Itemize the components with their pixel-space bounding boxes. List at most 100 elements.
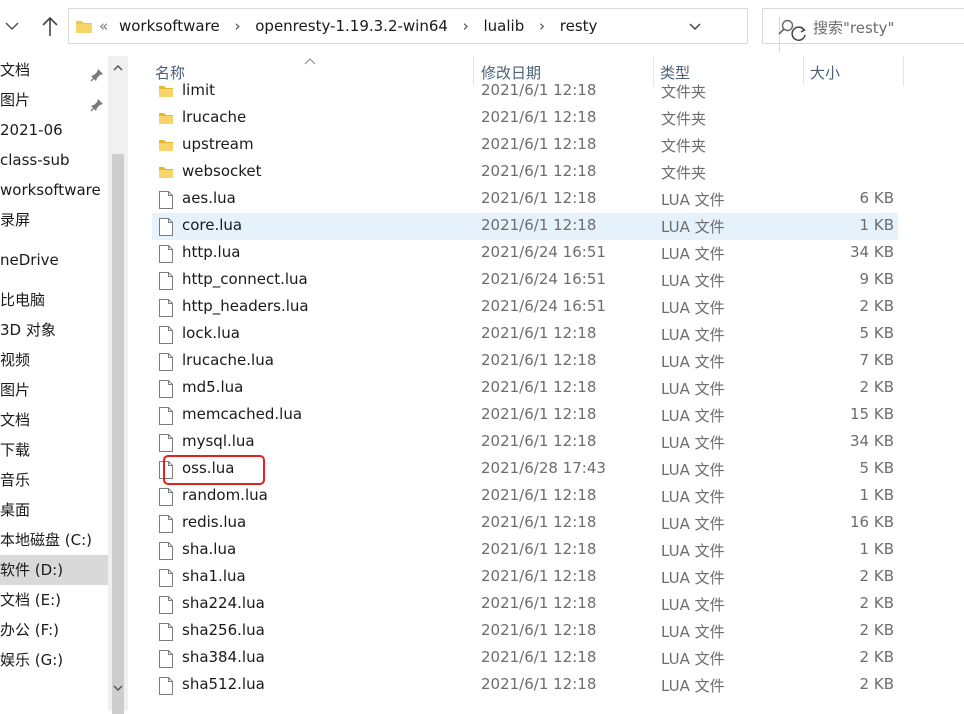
nav-item[interactable]: 办公 (F:) bbox=[0, 615, 108, 645]
nav-item[interactable]: 本地磁盘 (C:) bbox=[0, 525, 108, 555]
file-row[interactable]: sha224.lua 2021/6/1 12:18 LUA 文件 2 KB bbox=[152, 591, 898, 618]
address-dropdown-icon[interactable] bbox=[687, 18, 703, 38]
file-date: 2021/6/1 12:18 bbox=[481, 405, 597, 423]
nav-item[interactable]: worksoftware bbox=[0, 175, 108, 205]
file-row[interactable]: websocket 2021/6/1 12:18 文件夹 bbox=[152, 159, 898, 186]
file-icon bbox=[158, 271, 174, 295]
scroll-up-arrow-icon[interactable] bbox=[112, 60, 124, 78]
file-size: 34 KB bbox=[850, 243, 894, 261]
nav-item-label: 音乐 bbox=[0, 471, 31, 489]
file-date: 2021/6/1 12:18 bbox=[481, 108, 597, 126]
nav-item[interactable]: 文档 (E:) bbox=[0, 585, 108, 615]
nav-item[interactable]: 比电脑 bbox=[0, 285, 108, 315]
nav-item[interactable]: 桌面 bbox=[0, 495, 108, 525]
file-row[interactable]: lock.lua 2021/6/1 12:18 LUA 文件 5 KB bbox=[152, 321, 898, 348]
navigation-pane: 文档 图片 2021-06 class-sub worksoftware 录屏 neDriv… bbox=[0, 56, 108, 711]
file-row[interactable]: redis.lua 2021/6/1 12:18 LUA 文件 16 KB bbox=[152, 510, 898, 537]
up-arrow-icon[interactable] bbox=[38, 14, 66, 42]
file-row[interactable]: mysql.lua 2021/6/1 12:18 LUA 文件 34 KB bbox=[152, 429, 898, 456]
file-date: 2021/6/1 12:18 bbox=[481, 432, 597, 450]
file-date: 2021/6/24 16:51 bbox=[481, 270, 606, 288]
file-row[interactable]: sha256.lua 2021/6/1 12:18 LUA 文件 2 KB bbox=[152, 618, 898, 645]
nav-item[interactable]: 下载 bbox=[0, 435, 108, 465]
nav-item[interactable]: neDrive bbox=[0, 245, 108, 275]
nav-item[interactable]: 图片 bbox=[0, 375, 108, 405]
file-row[interactable]: core.lua 2021/6/1 12:18 LUA 文件 1 KB bbox=[152, 213, 898, 240]
file-icon bbox=[158, 568, 174, 592]
file-icon bbox=[158, 595, 174, 619]
nav-item[interactable]: 2021-06 bbox=[0, 115, 108, 145]
file-name: http_connect.lua bbox=[182, 270, 308, 288]
file-name: aes.lua bbox=[182, 189, 236, 207]
file-icon bbox=[158, 541, 174, 565]
file-row[interactable]: http.lua 2021/6/24 16:51 LUA 文件 34 KB bbox=[152, 240, 898, 267]
nav-item[interactable]: 3D 对象 bbox=[0, 315, 108, 345]
file-row[interactable]: sha1.lua 2021/6/1 12:18 LUA 文件 2 KB bbox=[152, 564, 898, 591]
breadcrumb-item-openresty[interactable]: openresty-1.19.3.2-win64 bbox=[255, 17, 448, 35]
file-row[interactable]: memcached.lua 2021/6/1 12:18 LUA 文件 15 KB bbox=[152, 402, 898, 429]
forward-chevron-icon[interactable] bbox=[2, 14, 28, 42]
nav-item-label: 文档 bbox=[0, 61, 31, 79]
file-row[interactable]: sha.lua 2021/6/1 12:18 LUA 文件 1 KB bbox=[152, 537, 898, 564]
nav-item-label: neDrive bbox=[0, 251, 59, 269]
nav-item[interactable]: 文档 bbox=[0, 405, 108, 435]
file-row[interactable]: lrucache.lua 2021/6/1 12:18 LUA 文件 7 KB bbox=[152, 348, 898, 375]
nav-item[interactable]: 软件 (D:) bbox=[0, 555, 108, 585]
file-size: 6 KB bbox=[859, 189, 894, 207]
file-row[interactable]: lrucache 2021/6/1 12:18 文件夹 bbox=[152, 105, 898, 132]
file-icon bbox=[158, 433, 174, 457]
file-date: 2021/6/1 12:18 bbox=[481, 81, 597, 99]
breadcrumb-item-worksoftware[interactable]: worksoftware bbox=[119, 17, 220, 35]
nav-item[interactable]: 文档 bbox=[0, 56, 108, 85]
breadcrumb-separator[interactable]: › bbox=[224, 17, 250, 35]
file-name: memcached.lua bbox=[182, 405, 303, 423]
nav-item[interactable]: class-sub bbox=[0, 145, 108, 175]
nav-item[interactable]: 娱乐 (G:) bbox=[0, 645, 108, 675]
breadcrumb-separator[interactable]: › bbox=[529, 17, 555, 35]
scroll-down-arrow-icon[interactable] bbox=[112, 680, 124, 698]
breadcrumb-item-resty[interactable]: resty bbox=[560, 17, 598, 35]
file-type: LUA 文件 bbox=[661, 515, 725, 533]
file-row[interactable]: limit 2021/6/1 12:18 文件夹 bbox=[152, 78, 898, 105]
file-date: 2021/6/1 12:18 bbox=[481, 540, 597, 558]
search-input[interactable]: 搜索"resty" bbox=[762, 8, 964, 44]
file-name: sha224.lua bbox=[182, 594, 265, 612]
file-size: 1 KB bbox=[859, 540, 894, 558]
scrollbar-thumb[interactable] bbox=[112, 154, 124, 714]
file-type: LUA 文件 bbox=[661, 623, 725, 641]
file-row[interactable]: http_headers.lua 2021/6/24 16:51 LUA 文件 2 K… bbox=[152, 294, 898, 321]
nav-item[interactable]: 录屏 bbox=[0, 205, 108, 235]
file-size: 34 KB bbox=[850, 432, 894, 450]
file-date: 2021/6/1 12:18 bbox=[481, 567, 597, 585]
address-bar[interactable]: « worksoftware › openresty-1.19.3.2-win6… bbox=[68, 8, 806, 53]
file-row[interactable]: random.lua 2021/6/1 12:18 LUA 文件 1 KB bbox=[152, 483, 898, 510]
folder-icon bbox=[75, 18, 93, 38]
file-type: LUA 文件 bbox=[661, 326, 725, 344]
file-size: 2 KB bbox=[859, 621, 894, 639]
navigation-scrollbar[interactable] bbox=[108, 56, 128, 714]
file-row[interactable]: upstream 2021/6/1 12:18 文件夹 bbox=[152, 132, 898, 159]
nav-item-label: 图片 bbox=[0, 381, 31, 399]
file-row[interactable]: sha512.lua 2021/6/1 12:18 LUA 文件 2 KB bbox=[152, 672, 898, 699]
nav-item-label: 3D 对象 bbox=[0, 321, 56, 339]
breadcrumb-overflow[interactable]: « bbox=[99, 17, 108, 35]
column-divider[interactable] bbox=[903, 56, 904, 86]
file-type: LUA 文件 bbox=[661, 299, 725, 317]
file-row[interactable]: aes.lua 2021/6/1 12:18 LUA 文件 6 KB bbox=[152, 186, 898, 213]
nav-item[interactable]: 图片 bbox=[0, 85, 108, 115]
file-name: sha.lua bbox=[182, 540, 237, 558]
nav-item[interactable]: 音乐 bbox=[0, 465, 108, 495]
file-row[interactable]: md5.lua 2021/6/1 12:18 LUA 文件 2 KB bbox=[152, 375, 898, 402]
nav-item[interactable]: 视频 bbox=[0, 345, 108, 375]
nav-item-label: 文档 (E:) bbox=[0, 591, 62, 609]
file-row[interactable]: http_connect.lua 2021/6/24 16:51 LUA 文件 9 K… bbox=[152, 267, 898, 294]
file-icon bbox=[158, 406, 174, 430]
nav-item-label: 娱乐 (G:) bbox=[0, 651, 64, 669]
breadcrumb-separator[interactable]: › bbox=[453, 17, 479, 35]
file-name: sha384.lua bbox=[182, 648, 265, 666]
breadcrumb-item-lualib[interactable]: lualib bbox=[484, 17, 525, 35]
file-name: upstream bbox=[182, 135, 254, 153]
file-row[interactable]: sha384.lua 2021/6/1 12:18 LUA 文件 2 KB bbox=[152, 645, 898, 672]
file-type: 文件夹 bbox=[661, 137, 707, 155]
nav-item-label: 视频 bbox=[0, 351, 31, 369]
